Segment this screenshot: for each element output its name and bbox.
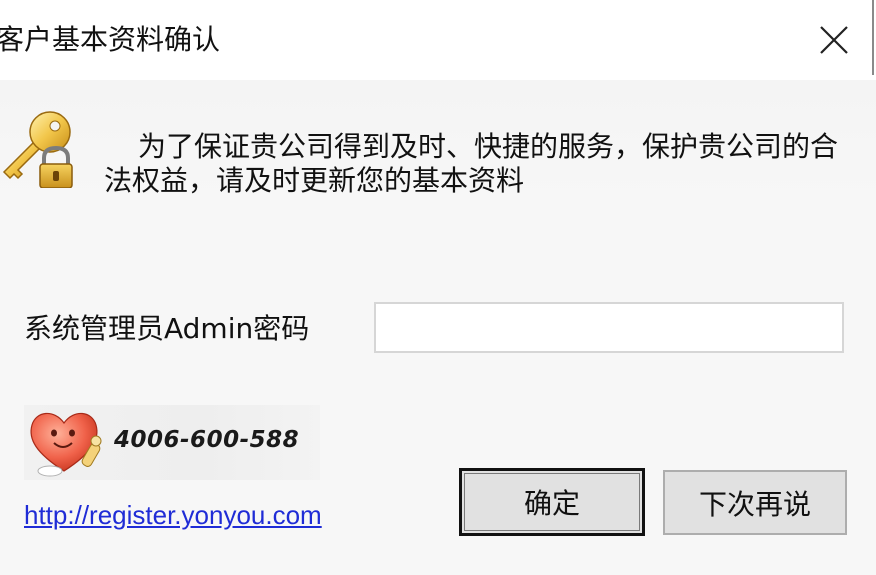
key-lock-icon <box>2 111 73 188</box>
support-banner: 4006-600-588 <box>24 405 320 480</box>
heart-mascot-icon <box>30 412 102 477</box>
ok-button[interactable]: 确定 <box>459 468 645 536</box>
register-link[interactable]: http://register.yonyou.com <box>24 500 322 530</box>
password-label: 系统管理员Admin密码 <box>24 312 310 345</box>
window-edge <box>872 0 874 75</box>
close-icon <box>820 26 848 54</box>
later-button[interactable]: 下次再说 <box>663 470 847 535</box>
close-button[interactable] <box>808 14 860 66</box>
dialog-window: 客户基本资料确认 为了保证贵公司得到及时、快捷的服务，保护贵公司的合法权益，请及… <box>0 0 876 575</box>
support-phone: 4006-600-588 <box>114 427 300 453</box>
window-title: 客户基本资料确认 <box>0 23 221 56</box>
title-bar: 客户基本资料确认 <box>0 0 876 80</box>
intro-message: 为了保证贵公司得到及时、快捷的服务，保护贵公司的合法权益，请及时更新您的基本资料 <box>104 130 839 197</box>
password-input[interactable] <box>374 302 844 353</box>
